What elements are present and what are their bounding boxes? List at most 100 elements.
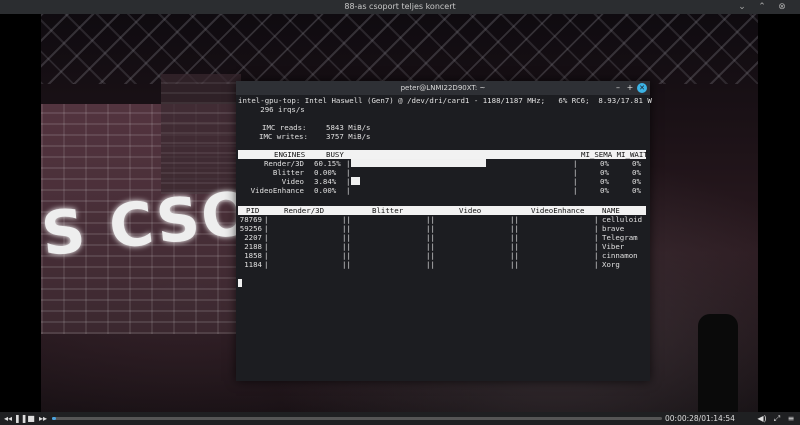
col-sep: ||	[426, 251, 435, 260]
menu-icon[interactable]: ≡	[786, 412, 796, 425]
col-sep: |	[264, 242, 269, 251]
col-sep: ||	[510, 233, 519, 242]
col-sep: ||	[510, 251, 519, 260]
process-pid: 59256	[239, 224, 262, 233]
render-col: Render/3D	[284, 206, 325, 215]
col-sep: ||	[426, 260, 435, 269]
enhance-col: VideoEnhance	[531, 206, 585, 215]
col-sep: |	[264, 233, 269, 242]
fast-forward-icon[interactable]: ▸▸	[38, 412, 48, 425]
close-icon[interactable]: ✕	[637, 83, 647, 93]
col-sep: ||	[342, 224, 351, 233]
col-sep: ||	[426, 242, 435, 251]
col-sep: ||	[510, 242, 519, 251]
engine-name: Blitter	[272, 168, 304, 177]
col-sep: ||	[342, 242, 351, 251]
col-sep: ||	[342, 260, 351, 269]
sema-wait-col: MI_SEMA MI_WAIT	[581, 150, 648, 159]
col-sep: |	[594, 260, 599, 269]
performer-silhouette	[698, 314, 738, 412]
engine-busy-bar	[351, 159, 486, 167]
engine-sema: 0%	[600, 168, 609, 177]
seek-bar[interactable]	[52, 417, 662, 420]
col-sep: ||	[510, 215, 519, 224]
gpu-summary-line: intel-gpu-top: Intel Haswell (Gen7) @ /d…	[238, 96, 652, 105]
fullscreen-icon[interactable]: ⤢	[772, 412, 782, 425]
process-name: celluloid	[602, 215, 643, 224]
player-controls: ◂◂ ❚❚ ■ ▸▸ 00:00:28/01:14:54 ◀) ⤢ ≡	[0, 412, 800, 425]
col-sep: ||	[426, 215, 435, 224]
engine-row: Render/3D 60.15% | | 0% 0%	[238, 159, 646, 168]
player-title: 88-as csoport teljes koncert	[344, 2, 456, 11]
time-display: 00:00:28/01:14:54	[665, 414, 735, 423]
minimize-icon[interactable]: –	[613, 83, 623, 93]
process-row: 1858 | || || || | cinnamon	[238, 251, 646, 260]
engines-header: ENGINES BUSY MI_SEMA MI_WAIT	[238, 150, 648, 159]
engine-sema: 0%	[600, 186, 609, 195]
col-sep: ||	[342, 215, 351, 224]
terminal-output[interactable]: intel-gpu-top: Intel Haswell (Gen7) @ /d…	[238, 95, 652, 379]
imc-writes-value: 3757 MiB/s	[326, 132, 371, 141]
process-row: 1184 | || || || | Xorg	[238, 260, 646, 269]
bar-left-pipe: |	[346, 177, 351, 186]
col-sep: ||	[426, 233, 435, 242]
maximize-icon[interactable]: +	[625, 83, 635, 93]
terminal-window[interactable]: peter@LNMI22D90XT: ~ – + ✕ intel-gpu-top…	[236, 81, 652, 381]
bar-left-pipe: |	[346, 159, 351, 168]
bar-left-pipe: |	[346, 168, 351, 177]
process-pid: 1184	[244, 260, 262, 269]
col-sep: |	[264, 260, 269, 269]
bar-right-pipe: |	[573, 186, 578, 195]
engine-name: Video	[281, 177, 304, 186]
busy-col: BUSY	[326, 150, 344, 159]
maximize-icon[interactable]: ⌃	[756, 0, 768, 14]
process-row: 78769 | || || || | celluloid	[238, 215, 646, 224]
terminal-titlebar: peter@LNMI22D90XT: ~ – + ✕	[236, 81, 650, 95]
process-pid: 2207	[244, 233, 262, 242]
engine-sema: 0%	[600, 177, 609, 186]
col-sep: |	[264, 215, 269, 224]
process-row: 2207 | || || || | Telegram	[238, 233, 646, 242]
player-titlebar: 88-as csoport teljes koncert ⌄ ⌃ ⊗	[0, 0, 800, 14]
imc-reads-value: 5843 MiB/s	[326, 123, 371, 132]
volume-icon[interactable]: ◀)	[757, 412, 767, 425]
engine-sema: 0%	[600, 159, 609, 168]
process-header: PID Render/3D Blitter Video VideoEnhance…	[238, 206, 646, 215]
close-icon[interactable]: ⊗	[776, 0, 788, 14]
process-pid: 78769	[239, 215, 262, 224]
col-sep: |	[264, 251, 269, 260]
engines-col: ENGINES	[274, 150, 306, 159]
engine-wait: 0%	[632, 186, 641, 195]
process-name: brave	[602, 224, 625, 233]
col-sep: ||	[426, 224, 435, 233]
engine-wait: 0%	[632, 159, 641, 168]
bar-right-pipe: |	[573, 159, 578, 168]
stop-icon[interactable]: ■	[26, 412, 36, 425]
pid-col: PID	[246, 206, 260, 215]
minimize-icon[interactable]: ⌄	[736, 0, 748, 14]
seek-progress	[52, 417, 56, 420]
rewind-icon[interactable]: ◂◂	[3, 412, 13, 425]
col-sep: |	[264, 224, 269, 233]
engine-row: VideoEnhance 0.00% | | 0% 0%	[238, 186, 646, 195]
pause-icon[interactable]: ❚❚	[14, 412, 27, 425]
col-sep: |	[594, 233, 599, 242]
bar-right-pipe: |	[573, 168, 578, 177]
process-pid: 1858	[244, 251, 262, 260]
blitter-col: Blitter	[372, 206, 404, 215]
col-sep: |	[594, 215, 599, 224]
engine-row: Video 3.84% | | 0% 0%	[238, 177, 646, 186]
video-col: Video	[459, 206, 482, 215]
engine-name: Render/3D	[263, 159, 304, 168]
imc-writes-label: IMC writes:	[259, 132, 308, 141]
process-pid: 2188	[244, 242, 262, 251]
col-sep: |	[594, 251, 599, 260]
engine-name: VideoEnhance	[250, 186, 304, 195]
col-sep: ||	[510, 224, 519, 233]
name-col: NAME	[602, 206, 620, 215]
bar-right-pipe: |	[573, 177, 578, 186]
process-name: Telegram	[602, 233, 638, 242]
col-sep: ||	[342, 233, 351, 242]
terminal-cursor	[238, 279, 242, 287]
col-sep: |	[594, 242, 599, 251]
